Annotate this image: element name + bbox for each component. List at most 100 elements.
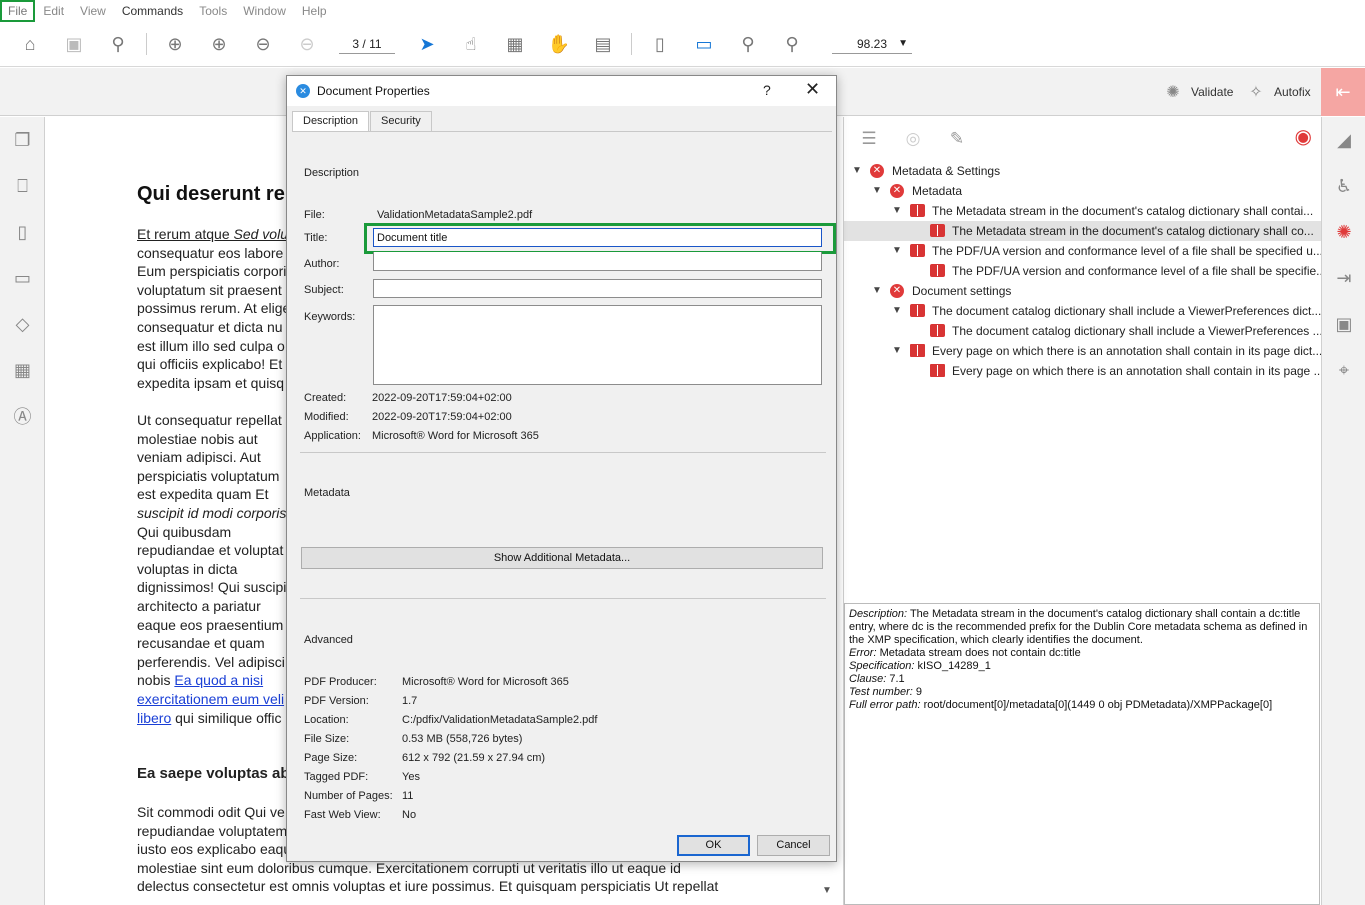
tags-icon[interactable]: ◇ [0,301,45,347]
search-icon[interactable]: ⚲ [104,30,132,58]
tree-item[interactable]: ▼ ✕ Document settings [844,281,1322,301]
accessibility-icon[interactable]: ♿ [1322,163,1365,209]
fit-page-icon[interactable]: ▯ [646,30,674,58]
tree-item[interactable]: ▼ The Metadata stream in the document's c… [844,201,1322,221]
help-button[interactable]: ? [763,82,771,98]
clipboard-icon[interactable]: ▣ [1322,301,1365,347]
chevron-down-icon[interactable]: ▼ [892,201,902,221]
pages-icon[interactable]: ❐ [0,117,45,163]
bookmarks-icon[interactable]: ⎕ [0,163,45,209]
document-line: est illum illo sed culpa o [137,337,285,354]
file-label: File: [304,209,325,221]
document-link[interactable]: libero [137,710,171,726]
fast-web-view-label: Fast Web View: [304,809,381,821]
zoom-in-icon[interactable]: ⚲ [778,30,806,58]
eye-icon[interactable]: ◉ [1295,124,1312,149]
document-line: nobis Ea quod a nisi [137,671,263,690]
locate-icon[interactable]: ◎ [898,124,928,154]
scroll-down-arrow-icon[interactable]: ▼ [822,885,832,896]
tree-item[interactable]: The PDF/UA version and conformance level… [844,261,1322,281]
fix-pen-icon[interactable]: ✎ [942,124,972,154]
zoom-select[interactable]: 98.23 ▼ [832,34,912,54]
forward-icon[interactable]: ⊖ [293,30,321,58]
text-icon[interactable]: Ⓐ [0,393,45,439]
document-link[interactable]: exercitationem eum veli [137,690,284,709]
table-tool-icon[interactable]: ▤ [589,30,617,58]
hand-tool-icon[interactable]: ✋ [545,30,573,58]
tab-description[interactable]: Description [292,111,370,132]
validate-label: Validate [1191,85,1234,99]
test-label: Test number: [849,686,913,698]
page-down-icon[interactable]: ⊕ [205,30,233,58]
export-icon[interactable]: ⇥ [1322,255,1365,301]
back-icon[interactable]: ⊖ [249,30,277,58]
menu-edit[interactable]: Edit [35,0,72,22]
document-line-text: Et rerum atque [137,226,234,242]
tree-item[interactable]: ▼ The PDF/UA version and conformance leve… [844,241,1322,261]
zoom-out-icon[interactable]: ⚲ [734,30,762,58]
layout-icon[interactable]: ▦ [0,347,45,393]
home-icon[interactable]: ⌂ [16,30,44,58]
chevron-down-icon[interactable]: ▼ [892,301,902,321]
document-link[interactable]: Ea quod a nisi [174,672,263,688]
author-field[interactable] [373,252,822,271]
menu-file[interactable]: File [0,0,36,22]
page-up-icon[interactable]: ⊕ [161,30,189,58]
close-icon[interactable]: ✕ [805,79,820,100]
cancel-button[interactable]: Cancel [757,835,830,856]
description-text: The Metadata stream in the document's ca… [849,608,1308,646]
dialog-tabs: Description Security [292,111,433,132]
clause-label: Clause: [849,673,887,685]
area-select-icon[interactable]: ▦ [501,30,529,58]
menu-commands[interactable]: Commands [114,0,191,22]
bug-icon[interactable]: ✺ [1322,209,1365,255]
autofix-button[interactable]: ✧ Autofix [1246,82,1310,102]
chevron-down-icon[interactable]: ▼ [892,341,902,361]
location-pin-icon[interactable]: ⌖ [1322,347,1365,393]
show-additional-metadata-button[interactable]: Show Additional Metadata... [301,547,823,569]
document-properties-dialog: ✕ Document Properties ? ✕ Description Se… [286,75,837,862]
document-line: delectus consectetur est omnis voluptas … [137,878,719,895]
chevron-down-icon[interactable]: ▼ [892,241,902,261]
validate-button[interactable]: ✺ Validate [1163,82,1233,102]
tree-item-label: Every page on which there is an annotati… [952,364,1322,378]
ok-button[interactable]: OK [677,835,750,856]
save-icon[interactable]: ▣ [60,30,88,58]
tree-item[interactable]: Every page on which there is an annotati… [844,361,1322,381]
tree-item[interactable]: ▼ ✕ Metadata [844,181,1322,201]
description-tab-panel: Description File: ValidationMetadataSamp… [292,131,836,831]
menu-window[interactable]: Window [235,0,294,22]
path-label: Full error path: [849,699,921,711]
page-number-field[interactable]: 3 / 11 [339,34,395,54]
chevron-down-icon[interactable]: ▼ [852,161,862,181]
tree-item[interactable]: The document catalog dictionary shall in… [844,321,1322,341]
document-line: libero qui similique offic [137,709,282,728]
subject-field[interactable] [373,279,822,298]
collapse-tree-icon[interactable]: ☰ [854,124,884,154]
pdf-version-label: PDF Version: [304,695,369,707]
menu-view[interactable]: View [72,0,114,22]
chevron-down-icon[interactable]: ▼ [872,281,882,301]
keywords-field[interactable] [373,305,822,385]
chevron-down-icon[interactable]: ▼ [872,181,882,201]
document-line: Qui quibusdam [137,523,232,540]
document-icon[interactable]: ▯ [0,209,45,255]
spec-text: kISO_14289_1 [917,660,991,672]
menu-help[interactable]: Help [294,0,335,22]
touch-select-icon[interactable]: ☝ [457,30,485,58]
tree-item[interactable]: The Metadata stream in the document's ca… [844,221,1322,241]
select-pointer-icon[interactable]: ➤ [413,30,441,58]
panel-toolbar: ☰ ◎ ✎ ◉ [844,117,1322,161]
collapse-panel-icon[interactable]: ⇤ [1321,68,1365,116]
tree-item[interactable]: ▼ ✕ Metadata & Settings [844,161,1322,181]
tree-item[interactable]: ▼ Every page on which there is an annotat… [844,341,1322,361]
tree-item[interactable]: ▼ The document catalog dictionary shall i… [844,301,1322,321]
tab-security[interactable]: Security [370,111,432,131]
producer-label: PDF Producer: [304,676,377,688]
fit-width-icon[interactable]: ▭ [690,30,718,58]
zoom-value: 98.23 [856,37,888,51]
comments-icon[interactable]: ▭ [0,255,45,301]
menu-tools[interactable]: Tools [191,0,235,22]
issue-details: Description: The Metadata stream in the … [844,603,1320,905]
eraser-icon[interactable]: ◢ [1322,117,1365,163]
